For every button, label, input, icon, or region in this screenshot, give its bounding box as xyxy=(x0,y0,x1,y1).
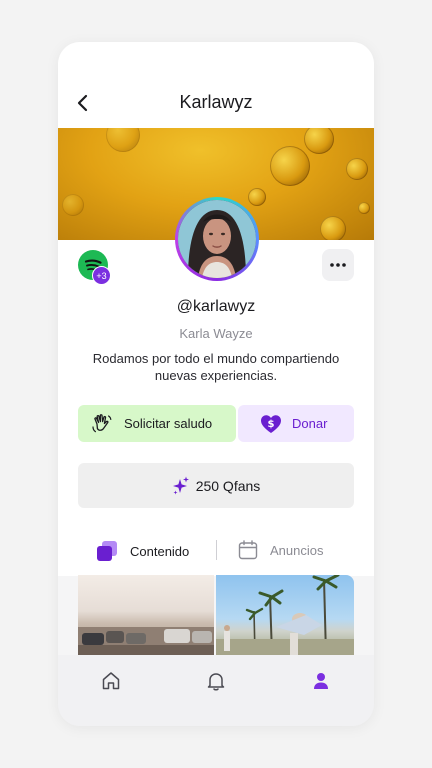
nav-profile[interactable] xyxy=(281,671,361,691)
tab-contenido-label: Contenido xyxy=(130,543,190,559)
sparkles-icon xyxy=(172,476,189,494)
calendar-icon xyxy=(238,540,258,560)
tab-anuncios-label: Anuncios xyxy=(270,542,324,558)
tab-anuncios[interactable]: Anuncios xyxy=(238,540,323,560)
tab-contenido[interactable]: Contenido xyxy=(96,540,189,562)
more-dots-icon xyxy=(330,263,346,267)
waving-hand-icon xyxy=(92,413,112,432)
bell-icon xyxy=(207,673,225,691)
donate-label: Donar xyxy=(292,416,328,431)
linked-accounts-badge[interactable]: +3 xyxy=(92,266,111,285)
top-bar: Karlawyz xyxy=(58,42,374,128)
home-icon xyxy=(102,672,119,690)
nav-home[interactable] xyxy=(71,671,151,691)
profile-icon xyxy=(314,673,329,689)
avatar[interactable] xyxy=(175,197,259,281)
request-greeting-label: Solicitar saludo xyxy=(124,416,213,431)
qfans-button[interactable]: 250 Qfans xyxy=(78,463,354,508)
heart-dollar-icon: $ xyxy=(261,414,281,433)
profile-handle: @karlawyz xyxy=(176,298,256,315)
profile-name: Karla Wayze xyxy=(179,326,253,341)
content-grid xyxy=(78,575,354,655)
tab-divider xyxy=(216,540,217,560)
content-tabs: Contenido Anuncios xyxy=(58,526,374,576)
qfans-label: 250 Qfans xyxy=(195,477,261,494)
avatar-photo xyxy=(178,200,256,278)
bottom-nav xyxy=(58,655,374,726)
content-thumbnail[interactable] xyxy=(78,575,214,655)
phone-screen: Karlawyz @karlawyz Karla Wayze Rodamos p… xyxy=(58,42,374,726)
profile-bio: Rodamos por todo el mundo compartiendo n… xyxy=(92,351,340,383)
stacked-squares-icon xyxy=(97,541,117,561)
donate-button[interactable]: $ Donar xyxy=(238,405,354,442)
content-thumbnail[interactable] xyxy=(216,575,354,655)
svg-text:$: $ xyxy=(268,419,275,430)
more-options-button[interactable] xyxy=(322,249,354,281)
request-greeting-button[interactable]: Solicitar saludo xyxy=(78,405,236,442)
nav-notifications[interactable] xyxy=(176,671,256,691)
page-title: Karlawyz xyxy=(179,92,253,112)
